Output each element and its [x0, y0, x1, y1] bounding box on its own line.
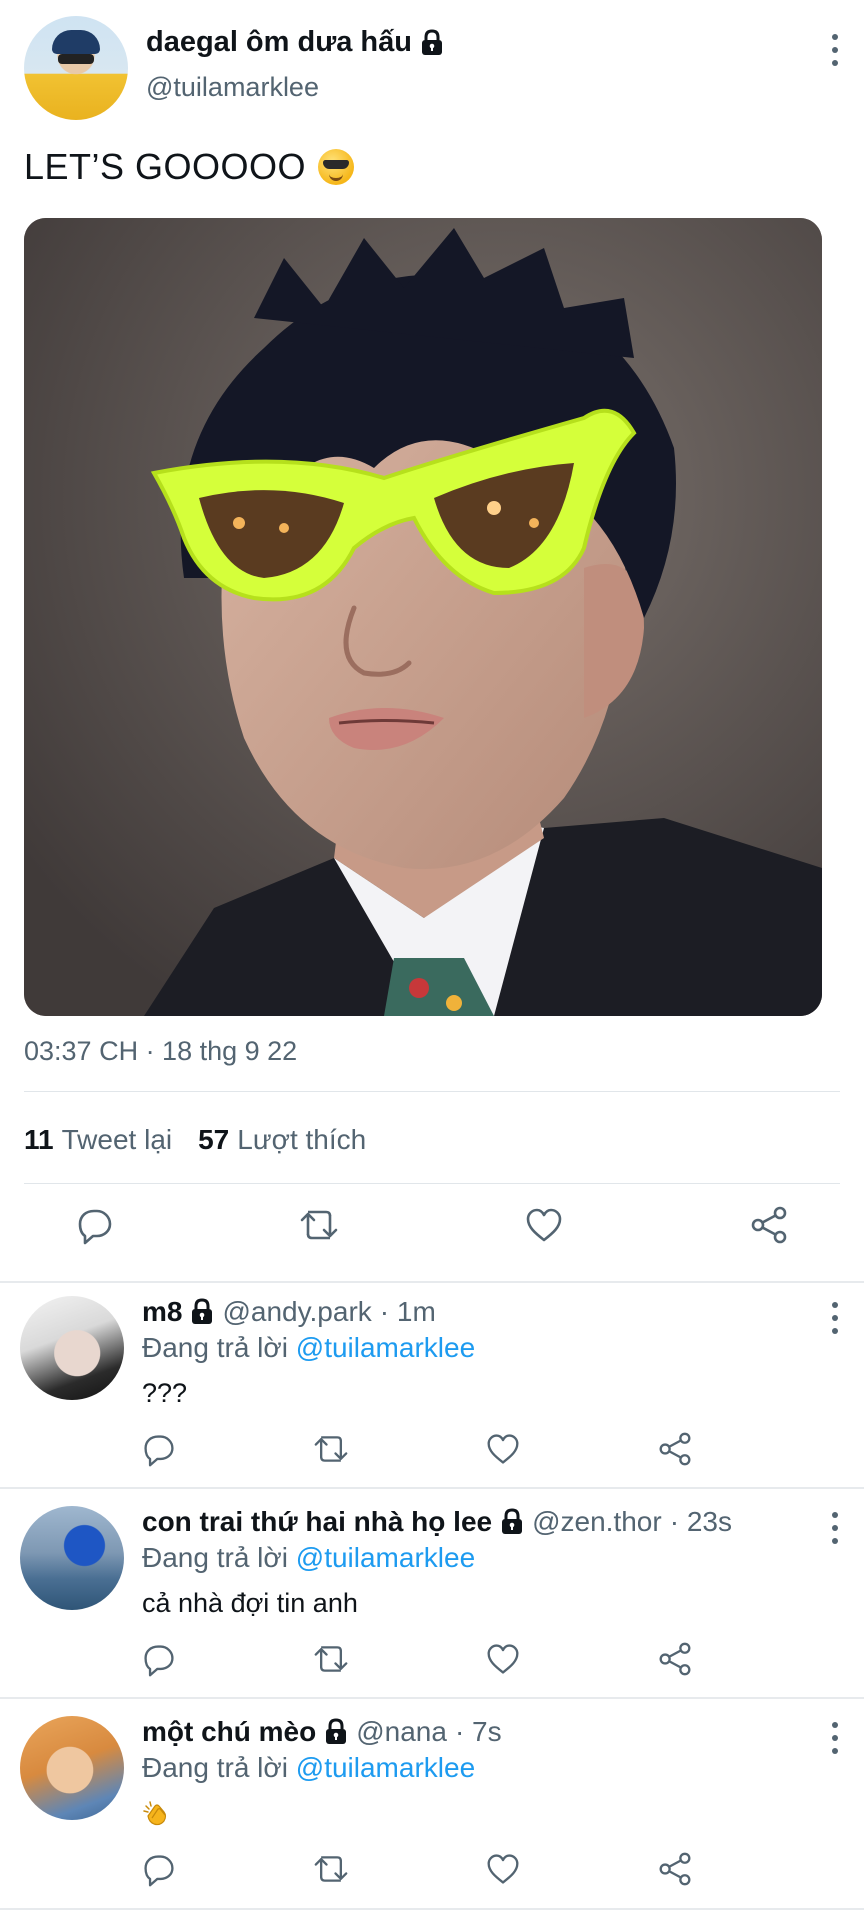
replying-to: Đang trả lời @tuilamarklee [142, 1752, 475, 1784]
share-icon[interactable] [658, 1642, 692, 1676]
retweet-icon[interactable] [314, 1432, 348, 1466]
replying-prefix: Đang trả lời [142, 1542, 288, 1573]
divider [0, 1487, 864, 1489]
more-options-icon[interactable] [830, 1722, 840, 1754]
share-icon[interactable] [658, 1432, 692, 1466]
replying-to-mention[interactable]: @tuilamarklee [296, 1752, 475, 1783]
tweet-action-bar [0, 1206, 864, 1256]
reply-text: ??? [142, 1378, 188, 1408]
reply-author-handle[interactable]: @andy.park [222, 1296, 371, 1328]
like-icon[interactable] [486, 1642, 520, 1676]
avatar-sunglasses [58, 54, 94, 64]
reply-avatar[interactable] [20, 1716, 124, 1820]
retweets-stat[interactable]: 11 Tweet lại [24, 1124, 172, 1156]
author-handle[interactable]: @tuilamarklee [146, 72, 319, 103]
reply-header: con trai thứ hai nhà họ lee @zen.thor · … [142, 1506, 732, 1538]
tweet-text-content: LET’S GOOOOO [24, 146, 307, 187]
reply-action-bar [0, 1642, 864, 1682]
retweet-icon[interactable] [300, 1206, 338, 1244]
retweets-count: 11 [24, 1124, 54, 1155]
reply-text: cả nhà đợi tin anh [142, 1588, 358, 1618]
reply-header: một chú mèo @nana · 7s [142, 1716, 502, 1748]
reply-time: · 23s [669, 1506, 732, 1537]
like-icon[interactable] [486, 1852, 520, 1886]
reply-time: · 1m [379, 1296, 436, 1327]
reply-tweet[interactable]: m8 @andy.park · 1m Đang trả lời @tuilama… [0, 1282, 864, 1490]
more-options-icon[interactable] [830, 1512, 840, 1544]
author-avatar[interactable] [24, 16, 128, 120]
reply-tweet[interactable]: con trai thứ hai nhà họ lee @zen.thor · … [0, 1492, 864, 1700]
tweet-timestamp: 03:37 CH · 18 thg 9 22 [24, 1036, 298, 1066]
replying-to-mention[interactable]: @tuilamarklee [296, 1542, 475, 1573]
protected-lock-icon [324, 1718, 348, 1746]
reply-author-name[interactable]: một chú mèo [142, 1716, 316, 1748]
smiling-face-with-sunglasses-icon [318, 149, 355, 185]
like-icon[interactable] [486, 1432, 520, 1466]
reply-tweet[interactable]: một chú mèo @nana · 7s Đang trả lời @tui… [0, 1702, 864, 1910]
reply-icon[interactable] [76, 1206, 114, 1246]
avatar-cap [52, 30, 100, 54]
protected-lock-icon [420, 29, 444, 56]
photo-illustration [24, 218, 822, 1016]
reply-author-name[interactable]: con trai thứ hai nhà họ lee [142, 1506, 492, 1538]
replying-prefix: Đang trả lời [142, 1332, 288, 1363]
reply-icon[interactable] [142, 1852, 176, 1888]
reply-header: m8 @andy.park · 1m [142, 1296, 436, 1328]
protected-lock-icon [500, 1508, 524, 1536]
reply-text [142, 1798, 172, 1835]
replying-prefix: Đang trả lời [142, 1752, 288, 1783]
likes-label: Lượt thích [237, 1124, 367, 1155]
reply-icon[interactable] [142, 1432, 176, 1468]
divider [24, 1091, 840, 1092]
tweet-stats: 11 Tweet lại 57 Lượt thích [24, 1124, 366, 1156]
retweet-icon[interactable] [314, 1642, 348, 1676]
more-options-icon[interactable] [830, 34, 840, 66]
retweet-icon[interactable] [314, 1852, 348, 1886]
tweet-text: LET’S GOOOOO [24, 146, 355, 188]
likes-stat[interactable]: 57 Lượt thích [198, 1124, 366, 1156]
replying-to: Đang trả lời @tuilamarklee [142, 1542, 475, 1574]
reply-author-name[interactable]: m8 [142, 1296, 182, 1328]
reply-author-handle[interactable]: @nana [356, 1716, 447, 1748]
tweet-detail-page: daegal ôm dưa hấu @tuilamarklee LET’S GO… [0, 0, 864, 1920]
author-name[interactable]: daegal ôm dưa hấu [146, 26, 412, 59]
author-name-row[interactable]: daegal ôm dưa hấu [146, 26, 444, 59]
reply-time: · 7s [454, 1716, 502, 1747]
divider [0, 1908, 864, 1910]
reply-action-bar [0, 1852, 864, 1892]
like-icon[interactable] [525, 1206, 563, 1244]
reply-author-handle[interactable]: @zen.thor [532, 1506, 662, 1538]
replying-to-mention[interactable]: @tuilamarklee [296, 1332, 475, 1363]
clapping-hands-icon [143, 1801, 167, 1826]
likes-count: 57 [198, 1124, 230, 1155]
reply-action-bar [0, 1432, 864, 1472]
divider [24, 1183, 840, 1184]
share-icon[interactable] [750, 1206, 788, 1244]
reply-avatar[interactable] [20, 1296, 124, 1400]
divider [0, 1697, 864, 1699]
reply-avatar[interactable] [20, 1506, 124, 1610]
share-icon[interactable] [658, 1852, 692, 1886]
more-options-icon[interactable] [830, 1302, 840, 1334]
tweet-photo[interactable] [24, 218, 822, 1016]
retweets-label: Tweet lại [61, 1124, 173, 1155]
reply-icon[interactable] [142, 1642, 176, 1678]
replying-to: Đang trả lời @tuilamarklee [142, 1332, 475, 1364]
protected-lock-icon [190, 1298, 214, 1326]
